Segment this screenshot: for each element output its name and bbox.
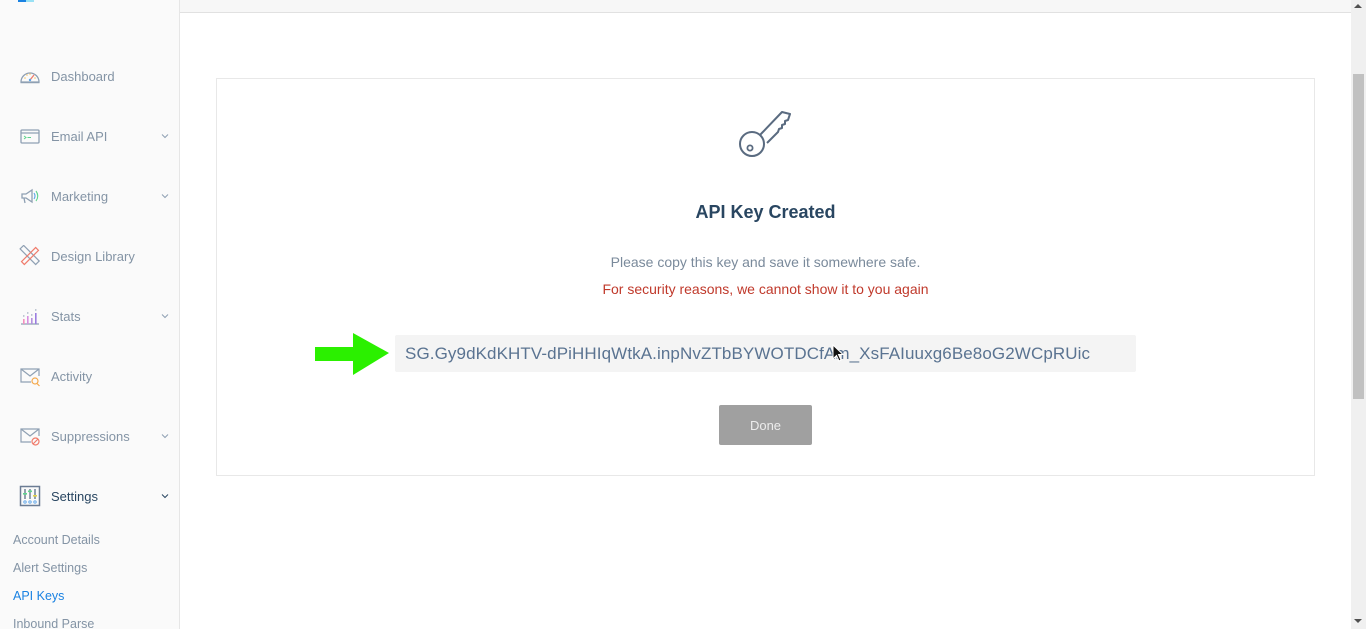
pencil-ruler-icon bbox=[19, 245, 41, 266]
sidebar-item-design-library[interactable]: Design Library bbox=[0, 236, 179, 276]
sidebar-item-label: Suppressions bbox=[51, 428, 130, 444]
chevron-down-icon[interactable] bbox=[161, 492, 169, 500]
chevron-down-icon[interactable] bbox=[161, 312, 169, 320]
sidebar-item-stats[interactable]: Stats bbox=[0, 296, 179, 336]
sidebar-item-marketing[interactable]: Marketing bbox=[0, 176, 179, 216]
green-arrow-annotation-icon bbox=[315, 333, 389, 375]
megaphone-icon bbox=[21, 188, 39, 204]
envelope-block-icon bbox=[20, 428, 40, 446]
sidebar-item-label: Settings bbox=[51, 488, 98, 504]
api-key-value[interactable]: SG.Gy9dKdKHTV-dPiHHIqWtkA.inpNvZTbBYWOTD… bbox=[395, 335, 1136, 372]
chevron-down-icon[interactable] bbox=[161, 432, 169, 440]
scrollbar-thumb[interactable] bbox=[1353, 74, 1364, 399]
sidebar-subitem-account-details[interactable]: Account Details bbox=[13, 533, 100, 547]
sidebar-item-dashboard[interactable]: Dashboard bbox=[0, 56, 179, 96]
key-icon bbox=[739, 111, 791, 157]
done-button[interactable]: Done bbox=[719, 405, 812, 445]
scroll-up-arrow-icon[interactable] bbox=[1354, 4, 1362, 8]
sidebar-item-label: Activity bbox=[51, 368, 93, 384]
sidebar-item-label: Email API bbox=[51, 128, 108, 144]
sidebar-subitem-api-keys[interactable]: API Keys bbox=[13, 589, 64, 603]
sidebar-item-email-api[interactable]: Email API bbox=[0, 116, 179, 156]
sidebar-item-settings[interactable]: Settings bbox=[0, 476, 179, 516]
sidebar-item-activity[interactable]: Activity bbox=[0, 356, 179, 396]
sidebar-item-label: Design Library bbox=[51, 248, 135, 264]
sidebar-subitem-alert-settings[interactable]: Alert Settings bbox=[13, 561, 87, 575]
copy-instruction-text: Please copy this key and save it somewhe… bbox=[610, 254, 921, 270]
top-bar bbox=[180, 0, 1351, 13]
dashboard-gauge-icon bbox=[20, 72, 40, 84]
sidebar-item-suppressions[interactable]: Suppressions bbox=[0, 416, 179, 456]
security-warning-text: For security reasons, we cannot show it … bbox=[602, 281, 929, 297]
page-title: API Key Created bbox=[695, 202, 836, 222]
sidebar: Dashboard Email API Marketing Design Lib… bbox=[0, 0, 180, 631]
envelope-search-icon bbox=[20, 368, 40, 387]
vertical-scrollbar[interactable] bbox=[1351, 0, 1366, 629]
logo[interactable] bbox=[18, 0, 34, 2]
sidebar-item-label: Stats bbox=[51, 308, 81, 324]
chevron-down-icon[interactable] bbox=[161, 132, 169, 140]
sliders-icon bbox=[19, 485, 41, 507]
sidebar-item-label: Marketing bbox=[51, 188, 109, 204]
scroll-down-arrow-icon[interactable] bbox=[1354, 619, 1362, 623]
terminal-window-icon bbox=[20, 129, 40, 144]
bar-chart-icon bbox=[21, 309, 39, 325]
sidebar-item-label: Dashboard bbox=[51, 68, 115, 84]
mouse-cursor-icon bbox=[832, 344, 844, 362]
chevron-down-icon[interactable] bbox=[161, 192, 169, 200]
